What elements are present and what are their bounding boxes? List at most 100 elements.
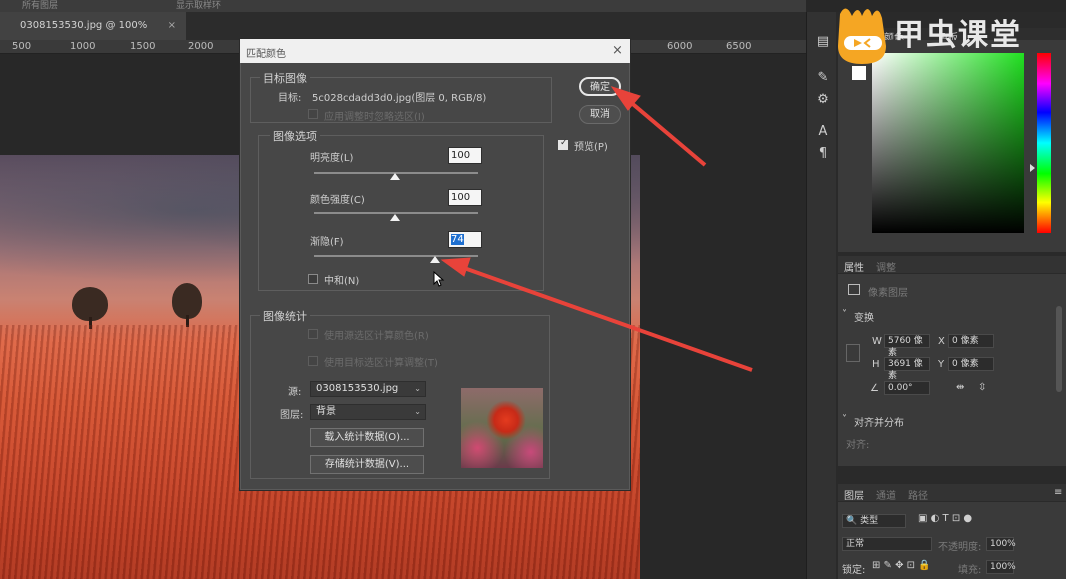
target-image-title: 目标图像	[260, 70, 310, 86]
dialog-titlebar[interactable]: 匹配颜色 ×	[240, 39, 630, 63]
properties-header: 属性 调整	[838, 256, 1066, 274]
ignore-selection-label: 应用调整时忽略选区(I)	[324, 112, 425, 123]
blend-mode-select[interactable]: 正常	[842, 537, 932, 551]
color-intensity-slider-thumb[interactable]	[390, 214, 400, 221]
fade-slider[interactable]	[314, 255, 478, 257]
chevron-down-icon[interactable]: ˅	[842, 309, 847, 320]
tab-properties[interactable]: 属性	[844, 259, 864, 274]
layer-filter-label: 类型	[860, 516, 879, 526]
link-icon[interactable]	[846, 344, 860, 362]
properties-panel: 属性 调整 像素图层 ˅ 变换 W 5760 像素 X 0 像素 H 3691 …	[838, 256, 1066, 466]
preview-checkbox[interactable]	[558, 138, 568, 150]
load-statistics-button[interactable]: 载入统计数据(O)...	[310, 428, 424, 447]
watermark-text: 甲虫课堂	[894, 18, 1022, 53]
filter-icons[interactable]: ▣ ◐ T ⊡ ●	[918, 513, 972, 524]
ruler-tick: 6000	[667, 41, 693, 52]
layer-label: 图层:	[280, 410, 304, 421]
luminance-slider-thumb[interactable]	[390, 173, 400, 180]
opacity-field[interactable]: 100%	[986, 537, 1016, 551]
paragraph-icon[interactable]: ¶	[815, 146, 831, 162]
options-bar: 所有图层 显示取样环 ⌕	[0, 0, 806, 12]
tab-layers[interactable]: 图层	[844, 487, 864, 502]
width-field[interactable]: 5760 像素	[884, 334, 930, 358]
angle-icon: ∠	[870, 383, 879, 394]
layer-value: 背景	[316, 406, 336, 417]
tree-right	[172, 283, 202, 319]
ruler-tick: 1000	[70, 41, 96, 52]
document-tab[interactable]: 0308153530.jpg @ 100%(RGB/8#) ×	[0, 12, 186, 59]
x-label: X	[938, 336, 945, 347]
height-field[interactable]: 3691 像素	[884, 357, 930, 381]
chevron-down-icon[interactable]: ˅	[842, 414, 847, 425]
neutralize-label: 中和(N)	[324, 276, 360, 287]
match-color-dialog: 匹配颜色 × 目标图像 目标: 5c028cdadd3d0.jpg(图层 0, …	[239, 38, 631, 491]
dialog-title: 匹配颜色	[246, 49, 286, 60]
layer-filter-select[interactable]: 🔍 类型	[842, 514, 906, 528]
ruler-tick: 6500	[726, 41, 752, 52]
tab-channels[interactable]: 通道	[876, 487, 896, 502]
lock-icons[interactable]: ⊞ ✎ ✥ ⊡ 🔒	[872, 560, 931, 571]
luminance-field[interactable]: 100	[448, 147, 482, 164]
y-label: Y	[938, 359, 945, 370]
panel-icon-strip: ▤ ✎ ⚙ A ¶	[806, 12, 836, 579]
adjustments-icon[interactable]: ⚙	[815, 92, 831, 108]
angle-field[interactable]: 0.00°	[884, 381, 930, 395]
lock-label: 锁定:	[842, 565, 866, 576]
fill-label: 填充:	[958, 565, 982, 576]
mascot-logo-icon	[838, 8, 886, 64]
chevron-down-icon: ⌄	[414, 407, 421, 416]
save-statistics-button[interactable]: 存储统计数据(V)...	[310, 455, 424, 474]
hue-slider[interactable]	[1037, 53, 1051, 233]
target-value: 5c028cdadd3d0.jpg(图层 0, RGB/8)	[312, 93, 487, 104]
sample-layers-select[interactable]: 所有图层	[22, 0, 58, 11]
brush-icon[interactable]: ✎	[815, 70, 831, 86]
ok-button[interactable]: 确定	[579, 77, 621, 96]
mouse-cursor-icon	[433, 271, 445, 287]
character-icon[interactable]: A	[815, 124, 831, 140]
fade-field[interactable]: 74	[448, 231, 482, 248]
align-section-title: 对齐并分布	[854, 418, 904, 429]
scrollbar[interactable]	[1056, 306, 1062, 392]
hue-slider-handle[interactable]	[1030, 164, 1035, 172]
history-icon[interactable]: ▤	[815, 34, 831, 50]
ruler-tick: 500	[12, 41, 32, 52]
fade-slider-thumb[interactable]	[430, 256, 440, 263]
close-icon[interactable]: ×	[168, 12, 176, 40]
opacity-label: 不透明度:	[938, 542, 982, 553]
foreground-color-swatch[interactable]	[852, 66, 866, 80]
flip-vertical-icon[interactable]: ⇳	[978, 382, 986, 393]
pixel-layer-icon	[848, 284, 860, 295]
tree-left	[72, 287, 108, 321]
preview-label: 预览(P)	[574, 142, 608, 153]
panel-menu-icon[interactable]: ≡	[1054, 487, 1062, 498]
color-intensity-field[interactable]: 100	[448, 189, 482, 206]
ruler-tick: 2000	[188, 41, 214, 52]
x-field[interactable]: 0 像素	[948, 334, 994, 348]
close-icon[interactable]: ×	[612, 43, 623, 58]
target-label: 目标:	[278, 93, 302, 104]
flip-horizontal-icon[interactable]: ⇹	[956, 382, 964, 393]
tab-adjustments[interactable]: 调整	[876, 259, 896, 274]
source-value: 0308153530.jpg	[316, 383, 399, 394]
show-sampling-ring-checkbox[interactable]: 显示取样环	[176, 0, 221, 11]
source-label: 源:	[288, 387, 302, 398]
source-select[interactable]: 0308153530.jpg ⌄	[310, 381, 426, 397]
fill-field[interactable]: 100%	[986, 560, 1016, 574]
tab-paths[interactable]: 路径	[908, 487, 928, 502]
use-source-selection-label: 使用源选区计算颜色(R)	[324, 331, 429, 342]
align-sub-label: 对齐:	[846, 440, 870, 451]
height-label: H	[872, 359, 880, 370]
y-field[interactable]: 0 像素	[948, 357, 994, 371]
color-picker-field[interactable]	[872, 53, 1024, 233]
width-label: W	[872, 336, 882, 347]
layers-header: 图层 通道 路径 ≡	[838, 484, 1066, 502]
layer-select[interactable]: 背景 ⌄	[310, 404, 426, 420]
neutralize-checkbox[interactable]	[308, 274, 318, 284]
image-statistics-title: 图像统计	[260, 308, 310, 324]
image-options-title: 图像选项	[270, 128, 320, 144]
luminance-label: 明亮度(L)	[310, 153, 354, 164]
cancel-button[interactable]: 取消	[579, 105, 621, 124]
use-target-selection-label: 使用目标选区计算调整(T)	[324, 358, 438, 369]
color-intensity-label: 颜色强度(C)	[310, 195, 365, 206]
source-preview-thumbnail	[461, 388, 543, 468]
